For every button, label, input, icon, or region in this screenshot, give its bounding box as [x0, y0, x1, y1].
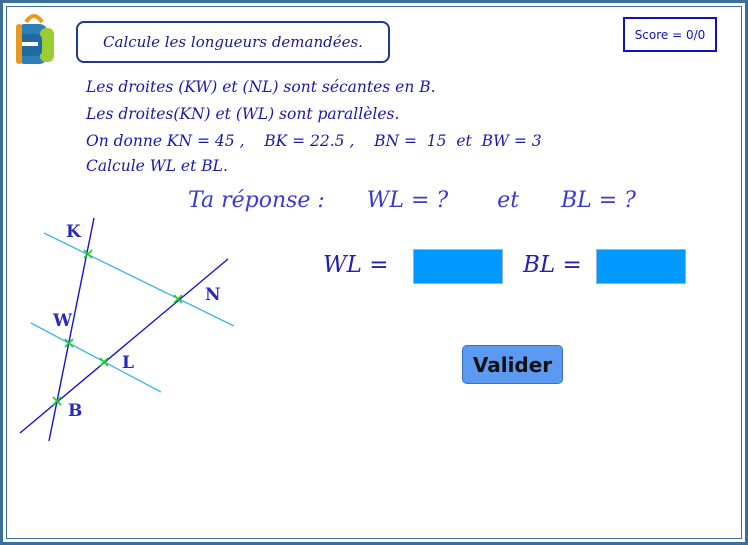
- bl-label: BL =: [523, 252, 582, 278]
- statement-line-1: Les droites (KW) et (NL) sont sécantes e…: [86, 78, 436, 96]
- statement-line-4: Calcule WL et BL.: [86, 157, 228, 175]
- point-label-b: B: [68, 401, 82, 421]
- wl-answer-input[interactable]: [413, 249, 503, 284]
- valider-button[interactable]: Valider: [462, 345, 563, 384]
- instruction-box: Calcule les longueurs demandées.: [76, 21, 390, 63]
- statement-line-3: On donne KN = 45 , BK = 22.5 , BN = 15 e…: [86, 132, 542, 150]
- point-label-n: N: [205, 285, 221, 305]
- line-nb: [19, 258, 229, 434]
- score-display: Score = 0/0: [623, 17, 717, 52]
- line-kn: [43, 232, 235, 327]
- mark-l: [99, 357, 109, 367]
- backpack-icon[interactable]: [12, 12, 56, 66]
- point-label-k: K: [66, 222, 82, 242]
- point-label-l: L: [122, 353, 134, 373]
- point-label-w: W: [52, 311, 73, 331]
- statement-line-2: Les droites(KN) et (WL) sont parallèles.: [86, 105, 400, 123]
- bl-answer-input[interactable]: [596, 249, 686, 284]
- wl-label: WL =: [323, 252, 389, 278]
- geometry-figure: K N W L B: [19, 217, 235, 442]
- line-wl: [30, 322, 162, 393]
